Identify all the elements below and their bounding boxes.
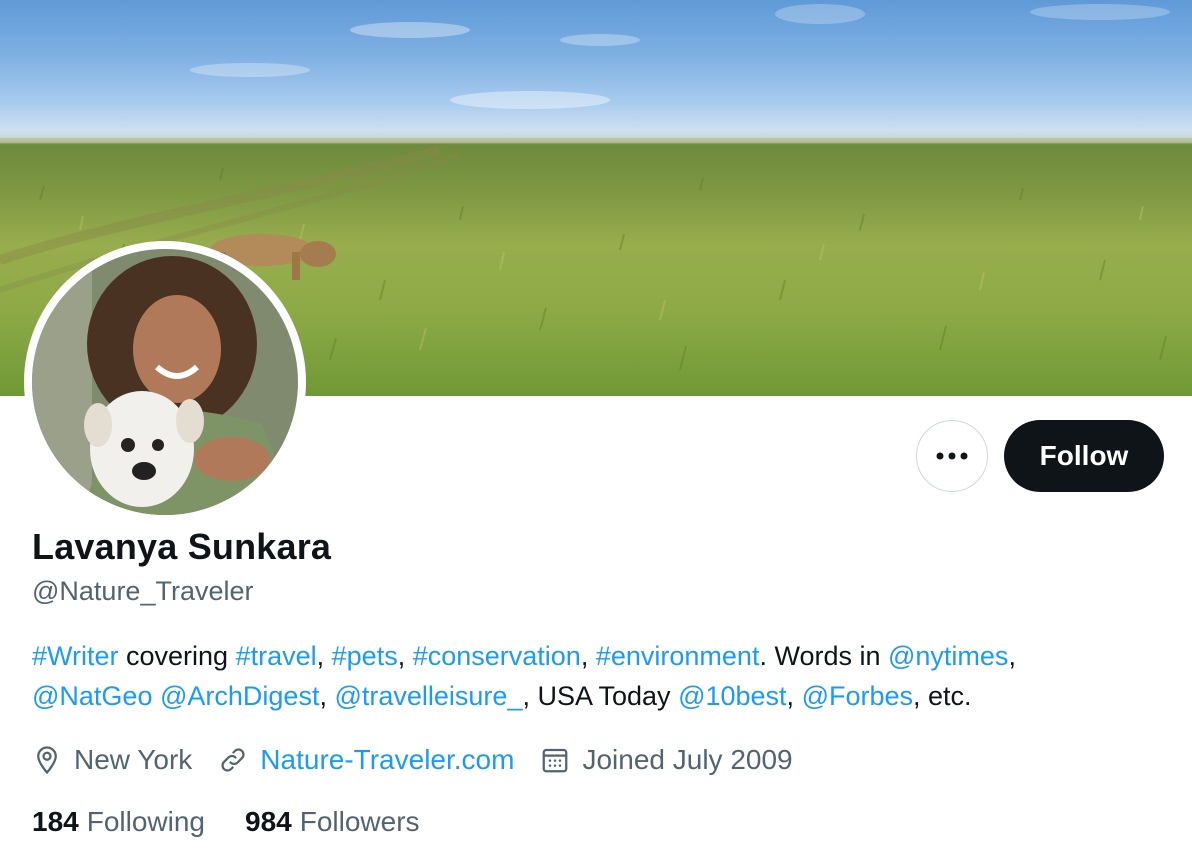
bio-link[interactable]: @Forbes: [802, 681, 913, 711]
bio-link[interactable]: #environment: [596, 641, 760, 671]
bio-link[interactable]: @nytimes: [888, 641, 1008, 671]
followers-count: 984: [245, 806, 292, 837]
calendar-icon: [543, 748, 568, 773]
more-options-button[interactable]: [916, 420, 988, 492]
bio-text: ,: [580, 641, 596, 671]
ellipsis-icon: [936, 452, 968, 460]
bio-text: ,: [397, 641, 413, 671]
bio-line-2: @NatGeo @ArchDigest, @travelleisure_, US…: [32, 676, 1172, 716]
bio-link[interactable]: #Writer: [32, 641, 119, 671]
bio-text: ,: [786, 681, 802, 711]
bio-text: , USA Today: [522, 681, 679, 711]
bio-link[interactable]: @travelleisure_: [334, 681, 522, 711]
bio-text: , etc.: [913, 681, 972, 711]
bio-text: ,: [316, 641, 332, 671]
meta-joined: Joined July 2009: [540, 744, 793, 776]
followers-stat[interactable]: 984 Followers: [245, 806, 420, 838]
profile-handle: @Nature_Traveler: [32, 576, 254, 606]
profile-avatar[interactable]: [24, 241, 306, 523]
bio-text: covering: [118, 641, 236, 671]
profile-stats: 184 Following 984 Followers: [32, 802, 460, 842]
bio-link[interactable]: #conservation: [413, 641, 581, 671]
followers-label: Followers: [299, 806, 420, 837]
link-icon: [221, 748, 245, 772]
bio-line-1: #Writer covering #travel, #pets, #conser…: [32, 636, 1172, 676]
avatar-photo: [32, 249, 298, 515]
following-count: 184: [32, 806, 79, 837]
bio-text: ,: [1008, 641, 1016, 671]
bio-link[interactable]: #travel: [236, 641, 317, 671]
bio-link[interactable]: @ArchDigest: [160, 681, 319, 711]
profile-bio: #Writer covering #travel, #pets, #conser…: [32, 636, 1172, 716]
following-label: Following: [86, 806, 205, 837]
location-pin-icon: [37, 746, 57, 775]
meta-website[interactable]: Nature-Traveler.com: [218, 744, 514, 776]
bio-text: ,: [319, 681, 335, 711]
following-stat[interactable]: 184 Following: [32, 806, 205, 838]
bio-text: [152, 681, 160, 711]
profile-display-name: Lavanya Sunkara: [32, 526, 332, 567]
joined-text: Joined July 2009: [582, 744, 793, 775]
bio-link[interactable]: #pets: [332, 641, 398, 671]
bio-link[interactable]: @10best: [678, 681, 786, 711]
website-link[interactable]: Nature-Traveler.com: [260, 744, 514, 776]
profile-meta: New York Nature-Traveler.com Joined July…: [32, 740, 819, 780]
bio-link[interactable]: @NatGeo: [32, 681, 152, 711]
bio-text: . Words in: [759, 641, 888, 671]
location-text: New York: [74, 744, 193, 775]
follow-button[interactable]: Follow: [1004, 420, 1164, 492]
meta-location: New York: [32, 744, 192, 776]
